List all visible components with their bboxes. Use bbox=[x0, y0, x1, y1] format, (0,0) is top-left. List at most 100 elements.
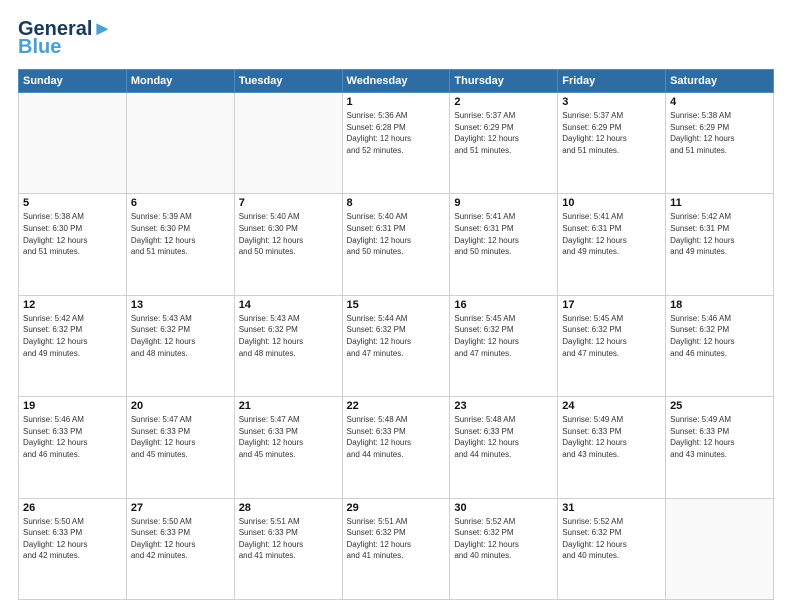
day-info: Sunrise: 5:41 AM Sunset: 6:31 PM Dayligh… bbox=[562, 211, 661, 257]
day-info: Sunrise: 5:46 AM Sunset: 6:33 PM Dayligh… bbox=[23, 414, 122, 460]
day-number: 17 bbox=[562, 299, 661, 311]
logo-blue: ► bbox=[92, 18, 112, 40]
calendar-cell: 16Sunrise: 5:45 AM Sunset: 6:32 PM Dayli… bbox=[450, 295, 558, 396]
day-info: Sunrise: 5:49 AM Sunset: 6:33 PM Dayligh… bbox=[670, 414, 769, 460]
calendar-cell: 26 Sunrise: 5:50 AM Sunset: 6:33 PM Dayli… bbox=[19, 498, 127, 599]
day-info: Sunrise: 5:38 AM Sunset: 6:29 PM Dayligh… bbox=[670, 110, 769, 156]
day-info: Sunrise: 5:45 AM Sunset: 6:32 PM Dayligh… bbox=[454, 313, 553, 359]
col-header-wednesday: Wednesday bbox=[342, 70, 450, 93]
day-info: Sunrise: 5:48 AM Sunset: 6:33 PM Dayligh… bbox=[347, 414, 446, 460]
day-number: 1 bbox=[347, 96, 446, 108]
day-number: 27 bbox=[131, 502, 230, 514]
calendar-cell: 1 Sunrise: 5:36 AM Sunset: 6:28 PM Daylig… bbox=[342, 93, 450, 194]
logo-blue-text: Blue bbox=[18, 36, 61, 59]
calendar-cell: 24 Sunrise: 5:49 AM Sunset: 6:33 PM Dayli… bbox=[558, 397, 666, 498]
day-number: 10 bbox=[562, 197, 661, 209]
col-header-sunday: Sunday bbox=[19, 70, 127, 93]
day-info: Sunrise: 5:50 AM Sunset: 6:33 PM Dayligh… bbox=[23, 516, 122, 562]
day-number: 19 bbox=[23, 400, 122, 412]
calendar-cell: 31 Sunrise: 5:52 AM Sunset: 6:32 PM Dayli… bbox=[558, 498, 666, 599]
calendar-week-3: 19 Sunrise: 5:46 AM Sunset: 6:33 PM Dayli… bbox=[19, 397, 774, 498]
day-info: Sunrise: 5:43 AM Sunset: 6:32 PM Dayligh… bbox=[131, 313, 230, 359]
calendar-cell: 11 Sunrise: 5:42 AM Sunset: 6:31 PM Dayli… bbox=[666, 194, 774, 295]
day-number: 2 bbox=[454, 96, 553, 108]
day-number: 14 bbox=[239, 299, 338, 311]
day-number: 15 bbox=[347, 299, 446, 311]
day-info: Sunrise: 5:42 AM Sunset: 6:31 PM Dayligh… bbox=[670, 211, 769, 257]
day-number: 22 bbox=[347, 400, 446, 412]
calendar-cell bbox=[234, 93, 342, 194]
calendar-cell: 22 Sunrise: 5:48 AM Sunset: 6:33 PM Dayli… bbox=[342, 397, 450, 498]
day-info: Sunrise: 5:42 AM Sunset: 6:32 PM Dayligh… bbox=[23, 313, 122, 359]
day-info: Sunrise: 5:36 AM Sunset: 6:28 PM Dayligh… bbox=[347, 110, 446, 156]
day-info: Sunrise: 5:47 AM Sunset: 6:33 PM Dayligh… bbox=[239, 414, 338, 460]
day-info: Sunrise: 5:50 AM Sunset: 6:33 PM Dayligh… bbox=[131, 516, 230, 562]
day-number: 30 bbox=[454, 502, 553, 514]
calendar-cell: 21 Sunrise: 5:47 AM Sunset: 6:33 PM Dayli… bbox=[234, 397, 342, 498]
calendar-cell: 13 Sunrise: 5:43 AM Sunset: 6:32 PM Dayli… bbox=[126, 295, 234, 396]
day-number: 8 bbox=[347, 197, 446, 209]
calendar-week-1: 5Sunrise: 5:38 AM Sunset: 6:30 PM Daylig… bbox=[19, 194, 774, 295]
day-number: 29 bbox=[347, 502, 446, 514]
day-number: 12 bbox=[23, 299, 122, 311]
day-info: Sunrise: 5:41 AM Sunset: 6:31 PM Dayligh… bbox=[454, 211, 553, 257]
day-info: Sunrise: 5:49 AM Sunset: 6:33 PM Dayligh… bbox=[562, 414, 661, 460]
day-info: Sunrise: 5:37 AM Sunset: 6:29 PM Dayligh… bbox=[562, 110, 661, 156]
calendar-cell: 17 Sunrise: 5:45 AM Sunset: 6:32 PM Dayli… bbox=[558, 295, 666, 396]
calendar-cell: 28 Sunrise: 5:51 AM Sunset: 6:33 PM Dayli… bbox=[234, 498, 342, 599]
logo: General► Blue bbox=[18, 18, 112, 59]
day-number: 20 bbox=[131, 400, 230, 412]
day-number: 13 bbox=[131, 299, 230, 311]
col-header-friday: Friday bbox=[558, 70, 666, 93]
day-number: 23 bbox=[454, 400, 553, 412]
header: General► Blue bbox=[18, 18, 774, 59]
calendar-cell: 2Sunrise: 5:37 AM Sunset: 6:29 PM Daylig… bbox=[450, 93, 558, 194]
day-info: Sunrise: 5:40 AM Sunset: 6:30 PM Dayligh… bbox=[239, 211, 338, 257]
col-header-saturday: Saturday bbox=[666, 70, 774, 93]
col-header-tuesday: Tuesday bbox=[234, 70, 342, 93]
col-header-monday: Monday bbox=[126, 70, 234, 93]
calendar-cell: 14 Sunrise: 5:43 AM Sunset: 6:32 PM Dayli… bbox=[234, 295, 342, 396]
calendar-cell: 3 Sunrise: 5:37 AM Sunset: 6:29 PM Daylig… bbox=[558, 93, 666, 194]
calendar-cell: 18Sunrise: 5:46 AM Sunset: 6:32 PM Dayli… bbox=[666, 295, 774, 396]
calendar-table: SundayMondayTuesdayWednesdayThursdayFrid… bbox=[18, 69, 774, 600]
day-number: 31 bbox=[562, 502, 661, 514]
calendar-cell: 30 Sunrise: 5:52 AM Sunset: 6:32 PM Dayli… bbox=[450, 498, 558, 599]
day-info: Sunrise: 5:45 AM Sunset: 6:32 PM Dayligh… bbox=[562, 313, 661, 359]
day-info: Sunrise: 5:51 AM Sunset: 6:33 PM Dayligh… bbox=[239, 516, 338, 562]
day-number: 6 bbox=[131, 197, 230, 209]
calendar-cell: 4Sunrise: 5:38 AM Sunset: 6:29 PM Daylig… bbox=[666, 93, 774, 194]
day-number: 28 bbox=[239, 502, 338, 514]
day-info: Sunrise: 5:39 AM Sunset: 6:30 PM Dayligh… bbox=[131, 211, 230, 257]
calendar-week-2: 12 Sunrise: 5:42 AM Sunset: 6:32 PM Dayli… bbox=[19, 295, 774, 396]
day-number: 9 bbox=[454, 197, 553, 209]
calendar-cell: 27 Sunrise: 5:50 AM Sunset: 6:33 PM Dayli… bbox=[126, 498, 234, 599]
calendar-cell: 25 Sunrise: 5:49 AM Sunset: 6:33 PM Dayli… bbox=[666, 397, 774, 498]
page: General► Blue SundayMondayTuesdayWednesd… bbox=[0, 0, 792, 612]
day-info: Sunrise: 5:40 AM Sunset: 6:31 PM Dayligh… bbox=[347, 211, 446, 257]
day-info: Sunrise: 5:47 AM Sunset: 6:33 PM Dayligh… bbox=[131, 414, 230, 460]
day-number: 11 bbox=[670, 197, 769, 209]
calendar-cell: 9 Sunrise: 5:41 AM Sunset: 6:31 PM Daylig… bbox=[450, 194, 558, 295]
day-info: Sunrise: 5:52 AM Sunset: 6:32 PM Dayligh… bbox=[454, 516, 553, 562]
day-number: 7 bbox=[239, 197, 338, 209]
day-info: Sunrise: 5:52 AM Sunset: 6:32 PM Dayligh… bbox=[562, 516, 661, 562]
day-info: Sunrise: 5:43 AM Sunset: 6:32 PM Dayligh… bbox=[239, 313, 338, 359]
calendar-cell: 29Sunrise: 5:51 AM Sunset: 6:32 PM Dayli… bbox=[342, 498, 450, 599]
calendar-cell: 12 Sunrise: 5:42 AM Sunset: 6:32 PM Dayli… bbox=[19, 295, 127, 396]
day-number: 26 bbox=[23, 502, 122, 514]
calendar-cell bbox=[666, 498, 774, 599]
day-number: 24 bbox=[562, 400, 661, 412]
calendar-cell: 6 Sunrise: 5:39 AM Sunset: 6:30 PM Daylig… bbox=[126, 194, 234, 295]
calendar-week-0: 1 Sunrise: 5:36 AM Sunset: 6:28 PM Daylig… bbox=[19, 93, 774, 194]
calendar-cell bbox=[19, 93, 127, 194]
day-info: Sunrise: 5:38 AM Sunset: 6:30 PM Dayligh… bbox=[23, 211, 122, 257]
calendar-cell: 20 Sunrise: 5:47 AM Sunset: 6:33 PM Dayli… bbox=[126, 397, 234, 498]
day-info: Sunrise: 5:44 AM Sunset: 6:32 PM Dayligh… bbox=[347, 313, 446, 359]
day-number: 21 bbox=[239, 400, 338, 412]
day-number: 3 bbox=[562, 96, 661, 108]
day-number: 25 bbox=[670, 400, 769, 412]
calendar-week-4: 26 Sunrise: 5:50 AM Sunset: 6:33 PM Dayli… bbox=[19, 498, 774, 599]
calendar-cell: 10 Sunrise: 5:41 AM Sunset: 6:31 PM Dayli… bbox=[558, 194, 666, 295]
calendar-header-row: SundayMondayTuesdayWednesdayThursdayFrid… bbox=[19, 70, 774, 93]
